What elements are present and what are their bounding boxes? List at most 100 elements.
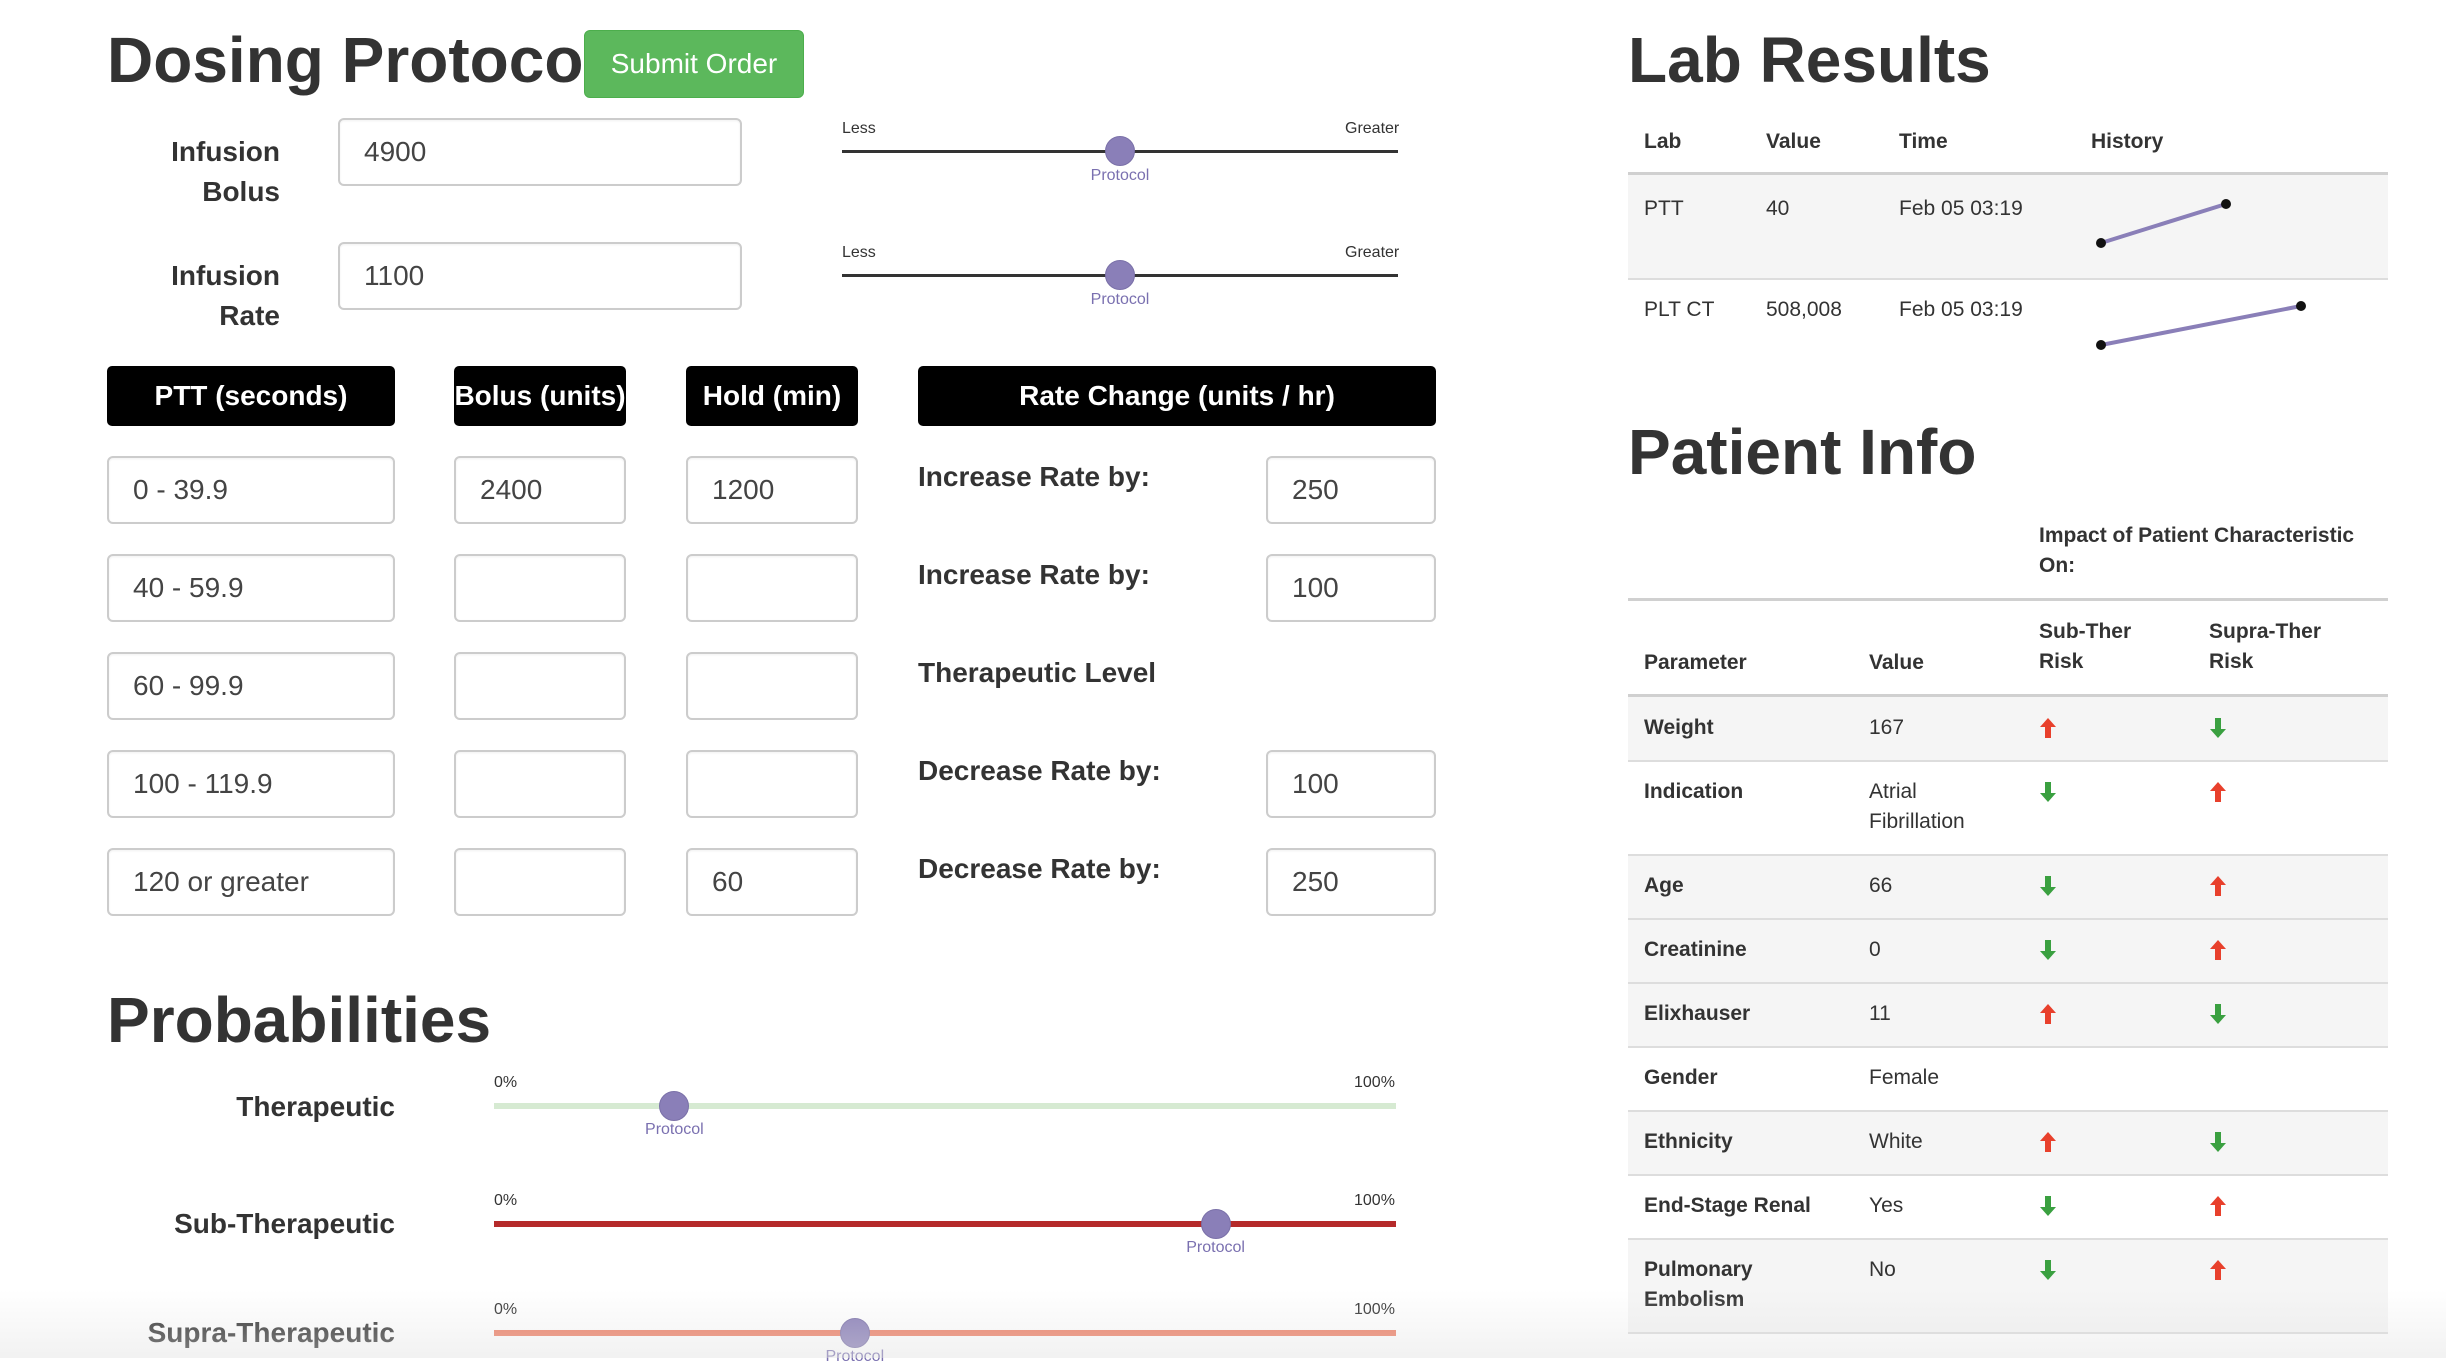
hold-input[interactable]: 60 (686, 848, 858, 916)
probability-knob[interactable] (659, 1091, 690, 1121)
infusion-rate-label: Infusion Rate (171, 260, 280, 331)
submit-order-button[interactable]: Submit Order (584, 30, 804, 98)
parameter-name: Elixhauser (1644, 1002, 1751, 1025)
slider-less-label: Less (842, 120, 876, 137)
arrow-down-icon (2040, 940, 2056, 960)
hold-input[interactable]: 1200 (686, 456, 858, 524)
table-row (1628, 1112, 2388, 1174)
hold-input[interactable] (686, 750, 858, 818)
min-label: 0% (494, 1301, 518, 1318)
probability-knob[interactable] (839, 1318, 870, 1348)
probabilities-title: Probabilities (107, 984, 492, 1056)
probability-bar (494, 1103, 1396, 1109)
ptt-history-sparkline (2096, 199, 2231, 248)
parameter-value: Female (1869, 1066, 1940, 1089)
lab-value: 508,008 (1766, 298, 1842, 321)
lab-value: 40 (1766, 197, 1790, 220)
value-column-header: Value (1869, 651, 1924, 674)
rate-change-input[interactable]: 100 (1266, 554, 1436, 622)
bolus-input[interactable] (454, 750, 626, 818)
divider (1628, 1046, 2388, 1048)
history-column-header: History (2091, 130, 2164, 153)
max-label: 100% (1354, 1192, 1395, 1209)
plt-history-sparkline (2096, 301, 2306, 350)
parameter-name: Ethnicity (1644, 1130, 1733, 1153)
probability-knob[interactable] (1200, 1209, 1231, 1239)
slider-knob[interactable] (1105, 136, 1135, 166)
slider-knob[interactable] (1105, 260, 1135, 290)
rate-action-label: Increase Rate by: (918, 461, 1150, 492)
lab-column-header: Lab (1644, 130, 1682, 153)
parameter-name: Age (1644, 874, 1684, 897)
hold-input[interactable] (686, 554, 858, 622)
impact-header: Impact of Patient Characteristic On: (2039, 524, 2355, 577)
arrow-up-icon (2040, 718, 2056, 738)
parameter-value: 66 (1869, 874, 1893, 897)
ptt-range-input[interactable]: 120 or greater (107, 848, 395, 916)
slider-greater-label: Greater (1345, 244, 1400, 261)
sparkline-line (2100, 304, 2302, 347)
parameter-value: Atrial Fibrillation (1869, 780, 1965, 833)
supra-ther-risk-header: Supra-Ther Risk (2209, 620, 2322, 673)
parameter-name: Gender (1644, 1066, 1718, 1089)
slider-greater-label: Greater (1345, 120, 1400, 137)
arrow-down-icon (2040, 782, 2056, 802)
ptt-range-input[interactable]: 0 - 39.9 (107, 456, 395, 524)
slider-less-label: Less (842, 244, 876, 261)
bolus-input[interactable] (454, 652, 626, 720)
parameter-value: 0 (1869, 938, 1881, 961)
rate-change-input[interactable]: 100 (1266, 750, 1436, 818)
slider-marker-label: Protocol (1090, 167, 1150, 184)
arrow-down-icon (2040, 1260, 2056, 1280)
min-label: 0% (494, 1074, 518, 1091)
lab-name: PLT CT (1644, 298, 1715, 321)
arrow-up-icon (2040, 1132, 2056, 1152)
rate-change-input[interactable]: 250 (1266, 848, 1436, 916)
parameter-name: Creatinine (1644, 938, 1747, 961)
hold-header: Hold (min) (686, 366, 858, 426)
protocol-marker-label: Protocol (645, 1121, 704, 1138)
supra-therapeutic-label: Supra-Therapeutic (147, 1317, 395, 1348)
lab-name: PTT (1644, 197, 1684, 220)
bolus-input[interactable] (454, 554, 626, 622)
parameter-name: Weight (1644, 716, 1714, 739)
sparkline-point (2096, 340, 2106, 350)
hold-input[interactable] (686, 652, 858, 720)
ptt-range-input[interactable]: 100 - 119.9 (107, 750, 395, 818)
therapeutic-label: Therapeutic (236, 1091, 395, 1122)
parameter-name: Pulmonary Embolism (1644, 1258, 1753, 1311)
bolus-input[interactable] (454, 848, 626, 916)
bolus-input[interactable]: 2400 (454, 456, 626, 524)
parameter-value: No (1869, 1258, 1896, 1281)
probability-bar (494, 1221, 1396, 1227)
sparkline-line (2100, 202, 2227, 245)
parameter-value: 167 (1869, 716, 1905, 739)
arrow-up-icon (2040, 1004, 2056, 1024)
divider (1628, 598, 2388, 601)
rate-change-input[interactable]: 250 (1266, 456, 1436, 524)
table-row (1628, 697, 2388, 760)
value-column-header: Value (1766, 130, 1821, 153)
protocol-marker-label: Protocol (1186, 1239, 1245, 1256)
parameter-column-header: Parameter (1644, 651, 1747, 674)
parameter-name: End-Stage Renal (1644, 1194, 1811, 1217)
ptt-range-input[interactable]: 60 - 99.9 (107, 652, 395, 720)
arrow-down-icon (2210, 718, 2226, 738)
parameter-value: 11 (1869, 1002, 1891, 1025)
min-label: 0% (494, 1192, 518, 1209)
lab-time: Feb 05 03:19 (1899, 197, 2023, 220)
divider (1628, 278, 2388, 280)
rate-action-label: Increase Rate by: (918, 559, 1150, 590)
therapeutic-level-label: Therapeutic Level (918, 657, 1157, 688)
arrow-up-icon (2210, 782, 2226, 802)
lab-time: Feb 05 03:19 (1899, 298, 2023, 321)
ptt-range-input[interactable]: 40 - 59.9 (107, 554, 395, 622)
sparkline-point (2296, 301, 2306, 311)
infusion-bolus-input[interactable]: 4900 (338, 118, 742, 186)
infusion-rate-input[interactable]: 1100 (338, 242, 742, 310)
parameter-name: Indication (1644, 780, 1744, 803)
lab-results-title: Lab Results (1628, 24, 1991, 96)
table-row (1628, 175, 2388, 278)
ptt-header: PTT (seconds) (107, 366, 395, 426)
parameter-value: White (1869, 1130, 1923, 1153)
